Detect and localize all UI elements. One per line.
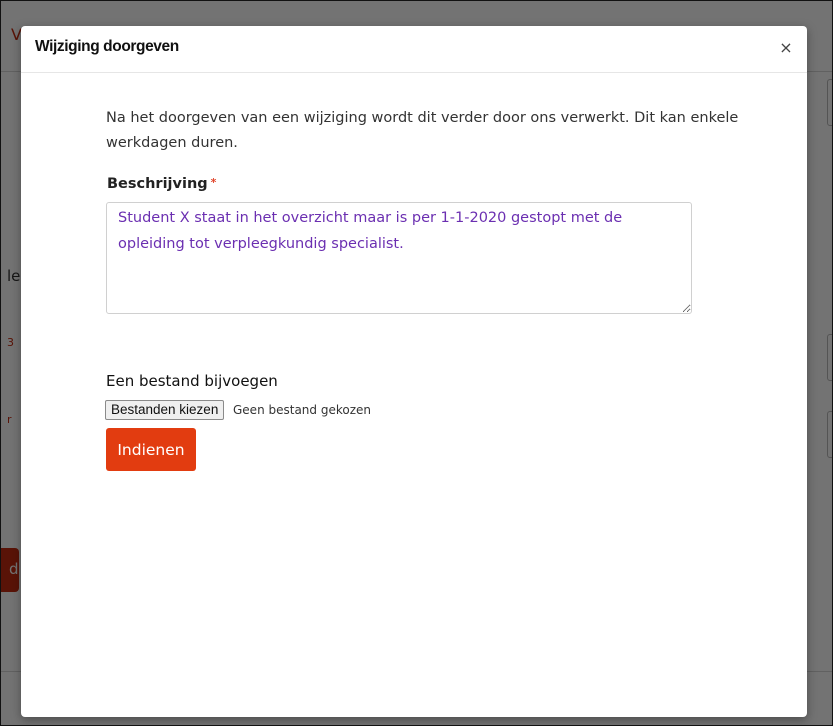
close-icon[interactable]: × [777, 39, 795, 57]
change-request-modal: Wijziging doorgeven × Na het doorgeven v… [21, 26, 807, 717]
browser-viewport: V le 3 r d Wijziging doorgeven × Na het … [0, 0, 833, 726]
description-label: Beschrijving * [107, 176, 216, 192]
file-status-text: Geen bestand gekozen [233, 403, 371, 417]
choose-files-button[interactable]: Bestanden kiezen [105, 400, 225, 420]
required-marker: * [210, 176, 217, 189]
modal-title: Wijziging doorgeven [35, 38, 179, 55]
submit-button[interactable]: Indienen [106, 428, 196, 471]
description-label-text: Beschrijving [107, 176, 208, 192]
modal-header: Wijziging doorgeven × [21, 26, 807, 73]
upload-label: Een bestand bijvoegen [106, 372, 278, 390]
intro-text: Na het doorgeven van een wijziging wordt… [106, 110, 739, 151]
description-textarea[interactable]: Student X staat in het overzicht maar is… [106, 202, 692, 314]
